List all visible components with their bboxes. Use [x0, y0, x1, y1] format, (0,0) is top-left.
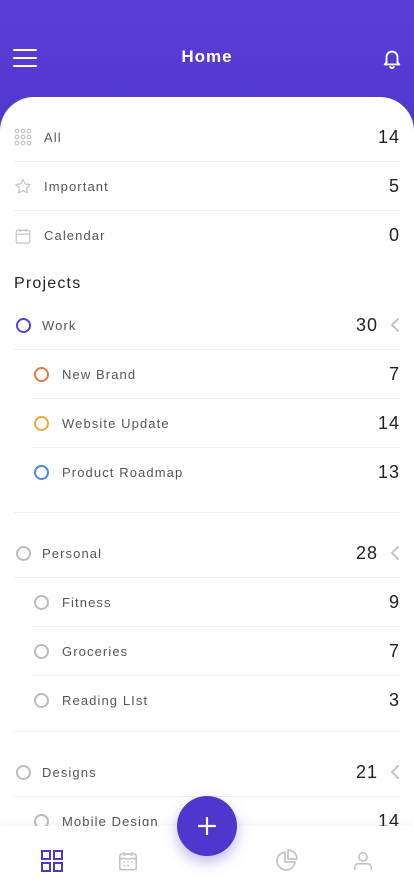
- filter-label: Calendar: [44, 228, 106, 243]
- subproject-fitness[interactable]: Fitness 9: [32, 578, 400, 627]
- project-designs[interactable]: Designs 21: [14, 748, 400, 797]
- subproject-count: 3: [388, 690, 400, 710]
- content-sheet: All 14 Important 5 Calendar 0 Projects W…: [0, 97, 414, 857]
- chevron-left-icon[interactable]: [386, 764, 400, 780]
- filter-count: 14: [377, 126, 400, 147]
- subproject-reading-list[interactable]: Reading LIst 3: [32, 676, 400, 725]
- filter-count: 0: [388, 225, 400, 245]
- subproject-groceries[interactable]: Groceries 7: [32, 627, 400, 676]
- page-title: Home: [181, 47, 233, 66]
- subproject-label: New Brand: [62, 366, 137, 382]
- filter-important[interactable]: Important 5: [14, 162, 400, 211]
- subproject-new-brand[interactable]: New Brand 7: [32, 350, 400, 399]
- filter-count: 5: [388, 175, 400, 196]
- subproject-label: Groceries: [62, 643, 129, 659]
- project-count: 30: [355, 314, 378, 335]
- subproject-label: Fitness: [62, 594, 112, 610]
- project-color-dot: [33, 693, 49, 708]
- chevron-left-icon[interactable]: [386, 317, 400, 333]
- projects-heading: Projects: [14, 275, 82, 292]
- filter-all[interactable]: All 14: [14, 113, 400, 162]
- plus-icon: [198, 817, 216, 835]
- bell-icon: [383, 50, 401, 69]
- project-color-dot: [33, 415, 49, 431]
- calendar-icon: [118, 852, 138, 871]
- profile-icon: [353, 851, 373, 871]
- filter-calendar[interactable]: Calendar 0: [14, 211, 400, 260]
- project-label: Designs: [42, 764, 97, 780]
- subproject-product-roadmap[interactable]: Product Roadmap 13: [32, 448, 400, 497]
- project-color-dot: [33, 643, 49, 659]
- project-count: 28: [355, 542, 378, 563]
- group-divider: [14, 512, 400, 513]
- dots-grid-icon: [14, 128, 32, 146]
- filter-label: All: [44, 129, 62, 145]
- subproject-label: Product Roadmap: [62, 465, 184, 480]
- project-color-dot: [15, 764, 31, 780]
- project-work[interactable]: Work 30: [14, 301, 400, 350]
- star-icon: [14, 177, 32, 195]
- subproject-count: 7: [388, 363, 400, 384]
- group-divider: [14, 731, 400, 732]
- subproject-label: Website Update: [62, 415, 170, 431]
- subproject-count: 13: [377, 462, 400, 482]
- chevron-left-icon[interactable]: [386, 545, 400, 561]
- project-color-dot: [33, 465, 49, 480]
- tab-home[interactable]: [39, 848, 65, 874]
- notifications-button[interactable]: [376, 42, 408, 74]
- calendar-icon: [14, 227, 32, 245]
- tab-profile[interactable]: [350, 848, 376, 874]
- project-color-dot: [15, 317, 31, 333]
- pie-chart-icon: [276, 849, 298, 871]
- tab-stats[interactable]: [273, 848, 299, 874]
- project-color-dot: [15, 545, 31, 561]
- filter-label: Important: [44, 178, 109, 194]
- add-task-button[interactable]: [177, 796, 237, 856]
- project-count: 21: [355, 761, 378, 782]
- project-personal[interactable]: Personal 28: [14, 529, 400, 578]
- project-label: Personal: [42, 545, 103, 561]
- subproject-count: 14: [377, 412, 400, 433]
- project-color-dot: [33, 366, 49, 382]
- subproject-label: Reading LIst: [62, 693, 149, 708]
- project-color-dot: [33, 594, 49, 610]
- subproject-count: 7: [388, 640, 400, 661]
- grid-icon: [41, 850, 63, 872]
- subproject-website-update[interactable]: Website Update 14: [32, 399, 400, 448]
- subproject-count: 9: [388, 591, 400, 612]
- tab-calendar[interactable]: [115, 848, 141, 874]
- project-label: Work: [42, 317, 77, 333]
